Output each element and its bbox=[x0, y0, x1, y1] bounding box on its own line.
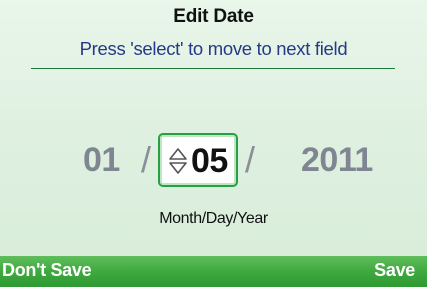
dont-save-softkey[interactable]: Don't Save bbox=[2, 260, 92, 281]
header-divider bbox=[31, 68, 395, 69]
day-value: 05 bbox=[191, 142, 228, 180]
instruction-text: Press 'select' to move to next field bbox=[79, 38, 348, 59]
month-field[interactable]: 01 bbox=[83, 141, 120, 180]
year-field[interactable]: 2011 bbox=[301, 141, 373, 180]
up-down-spinner-icon[interactable] bbox=[168, 147, 188, 175]
date-format-label: Month/Day/Year bbox=[159, 210, 268, 227]
date-separator-1: / bbox=[141, 139, 152, 180]
save-softkey[interactable]: Save bbox=[374, 260, 415, 281]
day-field[interactable]: 05 bbox=[158, 133, 238, 187]
edit-date-screen: Edit Date Press 'select' to move to next… bbox=[0, 0, 427, 287]
date-separator-2: / bbox=[245, 139, 256, 180]
page-title: Edit Date bbox=[173, 6, 254, 27]
softkey-bar: Don't Save Save bbox=[0, 256, 427, 287]
